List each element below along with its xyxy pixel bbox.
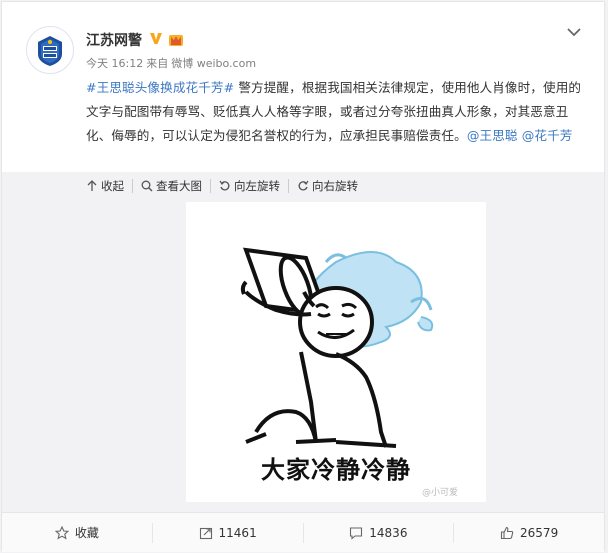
rotate-right-label: 向右旋转 xyxy=(312,179,358,193)
mention-link[interactable]: @王思聪 xyxy=(467,128,518,143)
media-toolbar: 收起 查看大图 向左旋转 向右旋转 xyxy=(86,179,366,193)
collapse-icon xyxy=(87,180,97,191)
view-large-button[interactable]: 查看大图 xyxy=(133,179,211,193)
like-button[interactable]: 26579 xyxy=(454,523,604,543)
star-icon xyxy=(54,525,69,540)
rotate-left-button[interactable]: 向左旋转 xyxy=(211,179,289,193)
view-large-label: 查看大图 xyxy=(156,179,202,193)
comment-count: 14836 xyxy=(369,525,408,540)
post-source[interactable]: 微博 weibo.com xyxy=(171,57,256,70)
favorite-label: 收藏 xyxy=(74,526,99,540)
comment-button[interactable]: 14836 xyxy=(304,522,455,543)
search-icon xyxy=(141,180,153,192)
collapse-button[interactable]: 收起 xyxy=(86,179,133,193)
favorite-button[interactable]: 收藏 xyxy=(2,522,153,543)
collapse-label: 收起 xyxy=(101,179,124,193)
rotate-left-icon xyxy=(219,180,230,191)
author-avatar[interactable] xyxy=(26,26,74,74)
repost-count: 11461 xyxy=(218,525,257,540)
comment-icon xyxy=(350,526,363,540)
chevron-down-icon[interactable] xyxy=(566,24,582,40)
thumbs-up-icon xyxy=(500,526,514,539)
post-source-prefix: 来自 xyxy=(146,57,169,70)
weibo-post-card: 江苏网警 今天 16:12 来自 微博 weibo.com #王思聪头像换成花千芳#… xyxy=(1,1,605,552)
post-image[interactable]: 大家冷静冷静 @小可爱 xyxy=(186,202,486,502)
repost-button[interactable]: 11461 xyxy=(153,522,304,543)
post-meta: 今天 16:12 来自 微博 weibo.com xyxy=(86,55,259,71)
police-badge-icon xyxy=(28,28,72,72)
author-name[interactable]: 江苏网警 xyxy=(86,30,142,50)
post-actions: 收藏 11461 14836 26579 xyxy=(2,512,604,552)
rotate-right-button[interactable]: 向右旋转 xyxy=(289,179,366,193)
like-count: 26579 xyxy=(520,525,559,540)
repost-icon xyxy=(199,527,212,539)
image-caption: 大家冷静冷静 xyxy=(261,456,411,484)
image-watermark: @小可爱 xyxy=(422,488,459,498)
mention-link[interactable]: @花千芳 xyxy=(522,128,573,143)
topic-link[interactable]: #王思聪头像换成花千芳# xyxy=(86,80,234,95)
rotate-left-label: 向左旋转 xyxy=(234,179,280,193)
post-content: #王思聪头像换成花千芳# 警方提醒，根据我国相关法律规定，使用他人肖像时，使用的… xyxy=(86,76,586,148)
post-time[interactable]: 今天 16:12 xyxy=(86,57,143,70)
member-crown-icon[interactable] xyxy=(168,31,184,47)
verified-icon xyxy=(148,30,164,46)
rotate-right-icon xyxy=(298,180,309,191)
